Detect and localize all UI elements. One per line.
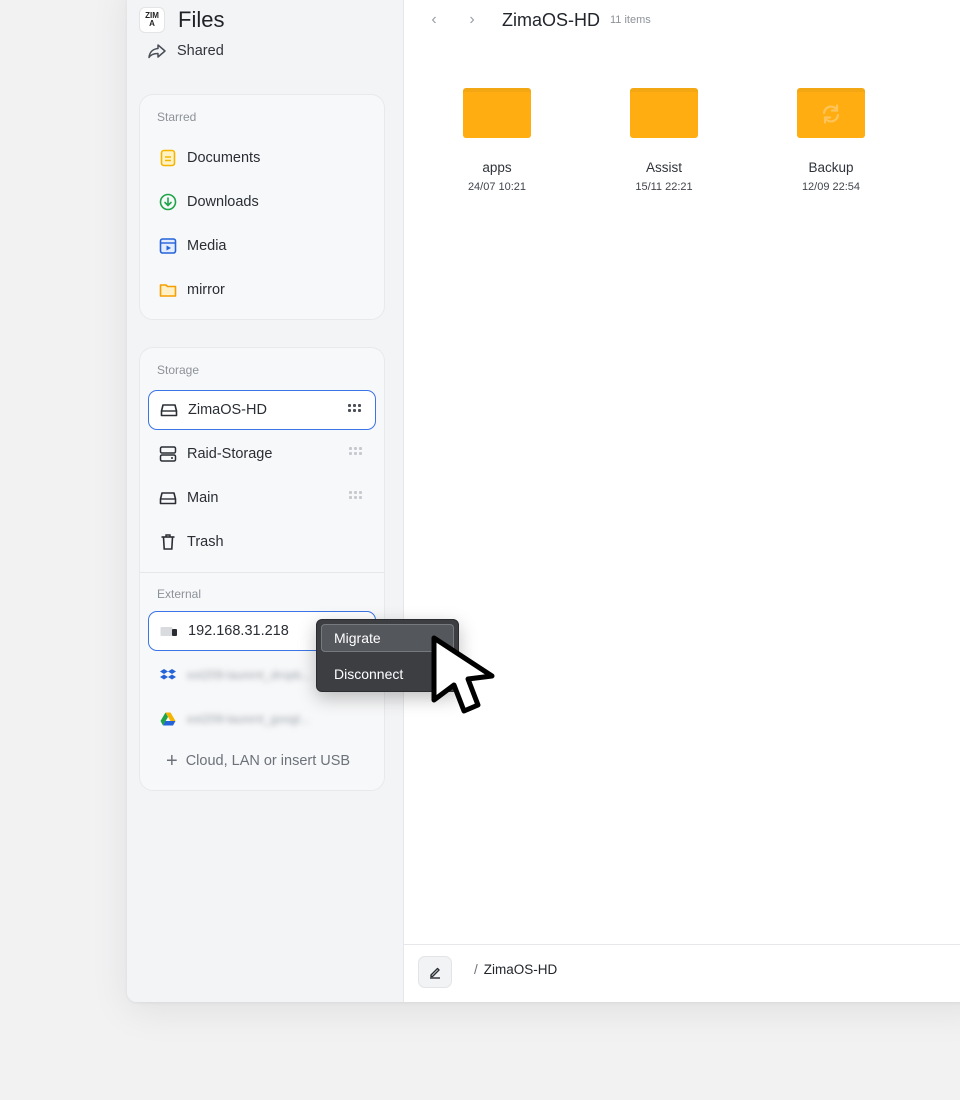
main-panel: ‹ › ZimaOS-HD 11 items apps 24/07 10:21 … — [404, 0, 960, 1002]
breadcrumb-path: ZimaOS-HD — [483, 962, 558, 977]
google-drive-icon — [159, 710, 177, 728]
sidebar-item-shared[interactable]: Shared — [147, 43, 224, 59]
file-item[interactable]: Backup 12/09 22:54 — [771, 84, 891, 193]
drag-handle-icon[interactable] — [349, 447, 362, 455]
item-count: 11 items — [610, 14, 651, 26]
sidebar-item-zimaos-hd[interactable]: ZimaOS-HD — [148, 390, 376, 430]
breadcrumb[interactable]: / ZimaOS-HD — [474, 962, 557, 977]
file-item[interactable]: Assist 15/11 22:21 — [604, 84, 724, 193]
sync-icon — [822, 104, 840, 124]
brand: ZIMA Files — [140, 6, 224, 34]
sidebar-item-label: Media — [187, 238, 227, 254]
sidebar-item-media[interactable]: Media — [148, 226, 376, 266]
section-label-external: External — [157, 587, 202, 601]
media-icon — [159, 237, 177, 255]
add-source-label: Cloud, LAN or insert USB — [185, 753, 351, 769]
sidebar-item-trash[interactable]: Trash — [148, 522, 376, 562]
share-icon — [148, 44, 166, 59]
file-date: 24/07 10:21 — [467, 181, 527, 193]
file-date: 15/11 22:21 — [635, 181, 693, 193]
storage-section: Storage ZimaOS-HD Raid-Storage Main Tras… — [139, 347, 385, 791]
location-title: ZimaOS-HD — [502, 9, 600, 30]
plus-icon: + — [166, 750, 178, 772]
pencil-icon — [430, 967, 440, 979]
file-date: 12/09 22:54 — [801, 181, 861, 193]
sidebar-item-label: ZimaOS-HD — [188, 402, 267, 418]
file-name: apps — [482, 160, 512, 175]
sidebar-item-mirror[interactable]: mirror — [148, 270, 376, 310]
sidebar-item-label: 192.168.31.218 — [188, 623, 289, 639]
sidebar-item-label: ext209-laurent_googl... — [187, 712, 310, 726]
sidebar-item-label: Trash — [187, 534, 224, 550]
sidebar-item-label: Raid-Storage — [187, 446, 273, 462]
sidebar-item-raid-storage[interactable]: Raid-Storage — [148, 434, 376, 474]
drive-icon — [160, 401, 178, 419]
sidebar-item-label: Documents — [187, 150, 261, 166]
add-source-button[interactable]: + Cloud, LAN or insert USB — [166, 750, 351, 772]
breadcrumb-separator: / — [474, 962, 478, 977]
section-divider — [140, 572, 384, 573]
download-icon — [159, 193, 177, 211]
network-drive-icon — [160, 622, 178, 640]
starred-section: Starred Documents Downloads Media mirror — [139, 94, 385, 320]
sidebar-item-label: Shared — [177, 43, 224, 59]
sidebar-item-label: ext209-laurent_dropb... — [187, 668, 312, 682]
sidebar-item-documents[interactable]: Documents — [148, 138, 376, 178]
drive-icon — [159, 489, 177, 507]
file-item[interactable]: apps 24/07 10:21 — [437, 84, 557, 193]
dropbox-icon — [159, 666, 177, 684]
pointer-cursor-icon — [431, 635, 495, 714]
app-title: Files — [178, 7, 225, 32]
folder-sync-icon — [797, 84, 865, 138]
sidebar-item-downloads[interactable]: Downloads — [148, 182, 376, 222]
back-arrow-icon[interactable]: ‹ — [424, 11, 444, 29]
toolbar: ‹ › ZimaOS-HD 11 items — [404, 0, 960, 40]
raid-icon — [159, 445, 177, 463]
edit-path-button[interactable] — [418, 956, 452, 988]
sidebar-item-google-drive[interactable]: ext209-laurent_googl... — [148, 699, 376, 739]
document-icon — [159, 149, 177, 167]
drag-handle-icon[interactable] — [349, 491, 362, 499]
sidebar-item-main[interactable]: Main — [148, 478, 376, 518]
folder-icon — [463, 84, 531, 138]
sidebar: ZIMA Files Shared Starred Documents Down… — [127, 0, 404, 1002]
files-window: ZIMA Files Shared Starred Documents Down… — [127, 0, 960, 1002]
section-label-storage: Storage — [157, 363, 200, 377]
file-name: Backup — [808, 160, 854, 175]
sidebar-item-label: Downloads — [187, 194, 259, 210]
forward-arrow-icon[interactable]: › — [462, 11, 482, 29]
zima-logo-icon: ZIMA — [140, 8, 164, 32]
folder-icon — [630, 84, 698, 138]
sidebar-item-label: Main — [187, 490, 219, 506]
sidebar-item-label: mirror — [187, 282, 225, 298]
folder-icon — [159, 281, 177, 299]
section-label-starred: Starred — [157, 110, 197, 124]
status-bar: / ZimaOS-HD — [404, 944, 960, 997]
trash-icon — [159, 533, 177, 551]
file-name: Assist — [645, 160, 682, 175]
drag-handle-icon[interactable] — [348, 404, 361, 412]
